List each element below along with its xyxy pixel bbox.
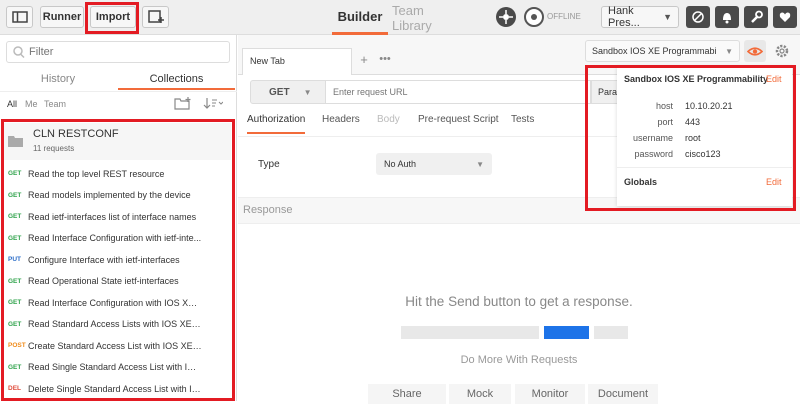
new-tab-button[interactable]: +	[355, 50, 373, 70]
eye-icon	[747, 46, 763, 56]
mock-button[interactable]: Mock	[449, 384, 511, 404]
new-button[interactable]	[142, 6, 169, 28]
sort-button[interactable]	[203, 96, 224, 113]
wrench-icon	[751, 10, 763, 23]
chevron-down-icon: ▼	[725, 46, 733, 56]
document-button[interactable]: Document	[588, 384, 658, 404]
method-label: GET	[269, 86, 290, 98]
manage-environments-button[interactable]	[771, 40, 793, 62]
search-icon	[13, 46, 25, 59]
request-tab-title: New Tab	[250, 56, 285, 66]
chevron-down-icon: ▼	[476, 159, 484, 169]
settings-button[interactable]	[744, 6, 768, 28]
tab-collections[interactable]: Collections	[118, 68, 235, 90]
environment-selected: Sandbox IOS XE Programmabi	[592, 46, 717, 56]
heart-icon	[779, 12, 791, 22]
highlight-collection	[1, 119, 235, 401]
url-input[interactable]	[333, 87, 583, 97]
satellite-icon	[692, 11, 704, 23]
tab-headers[interactable]: Headers	[322, 114, 360, 134]
gear-icon	[775, 44, 789, 58]
workspace-label: Hank Pres...	[608, 5, 640, 29]
tab-tests[interactable]: Tests	[511, 114, 534, 134]
more-icon: •••	[379, 53, 391, 65]
highlight-environment	[585, 65, 796, 211]
environment-select[interactable]: Sandbox IOS XE Programmabi ▼	[585, 40, 740, 62]
tab-builder[interactable]: Builder	[332, 0, 388, 35]
tab-team-library[interactable]: Team Library	[392, 0, 462, 35]
divider	[0, 91, 237, 92]
skeleton-bar	[401, 326, 539, 339]
tab-authorization[interactable]: Authorization	[247, 114, 306, 134]
auth-type-label: Type	[258, 159, 280, 170]
skeleton-bar	[594, 326, 628, 339]
filter-team[interactable]: Team	[44, 99, 66, 109]
filter-all[interactable]: All	[7, 99, 17, 109]
favorites-button[interactable]	[773, 6, 797, 28]
filter-input-wrap[interactable]	[6, 41, 230, 63]
notifications-button[interactable]	[715, 6, 739, 28]
sidebar-toggle-icon	[11, 11, 28, 23]
monitor-button[interactable]: Monitor	[515, 384, 585, 404]
chevron-down-icon: ▼	[303, 87, 312, 97]
new-window-icon	[147, 10, 164, 23]
auth-type-select[interactable]: No Auth ▼	[376, 153, 492, 175]
response-label: Response	[243, 204, 293, 216]
top-bar: Runner Import Builder Team Library OFFLI…	[0, 0, 800, 35]
send-hint: Hit the Send button to get a response.	[405, 294, 633, 309]
tab-body[interactable]: Body	[377, 114, 400, 134]
sort-icon	[203, 98, 224, 109]
sync-icon[interactable]	[524, 7, 544, 27]
sidebar-toggle-button[interactable]	[6, 6, 33, 28]
chevron-down-icon: ▼	[663, 12, 672, 22]
tab-options-button[interactable]: •••	[374, 50, 396, 70]
tab-pre-request-script[interactable]: Pre-request Script	[418, 114, 499, 134]
do-more-label: Do More With Requests	[460, 354, 578, 366]
send-skeleton	[544, 326, 589, 339]
filter-input[interactable]	[29, 46, 219, 58]
folder-add-icon	[174, 97, 191, 110]
url-input-wrap[interactable]	[326, 80, 591, 104]
tab-history[interactable]: History	[0, 68, 116, 90]
plus-icon: +	[360, 52, 368, 67]
filter-me[interactable]: Me	[25, 99, 38, 109]
share-button[interactable]: Share	[368, 384, 446, 404]
method-select[interactable]: GET ▼	[250, 80, 326, 104]
bell-icon	[723, 13, 731, 24]
workspace-dropdown[interactable]: Hank Pres... ▼	[601, 5, 679, 29]
new-collection-button[interactable]	[174, 96, 192, 113]
request-tab[interactable]: New Tab	[242, 48, 352, 75]
interceptor-icon[interactable]	[496, 7, 516, 27]
highlight-import	[85, 2, 139, 34]
environment-quick-look-button[interactable]	[744, 40, 766, 62]
capture-button[interactable]	[686, 6, 710, 28]
sync-status: OFFLINE	[547, 12, 581, 21]
runner-button[interactable]: Runner	[40, 6, 84, 28]
auth-type-value: No Auth	[384, 159, 417, 169]
